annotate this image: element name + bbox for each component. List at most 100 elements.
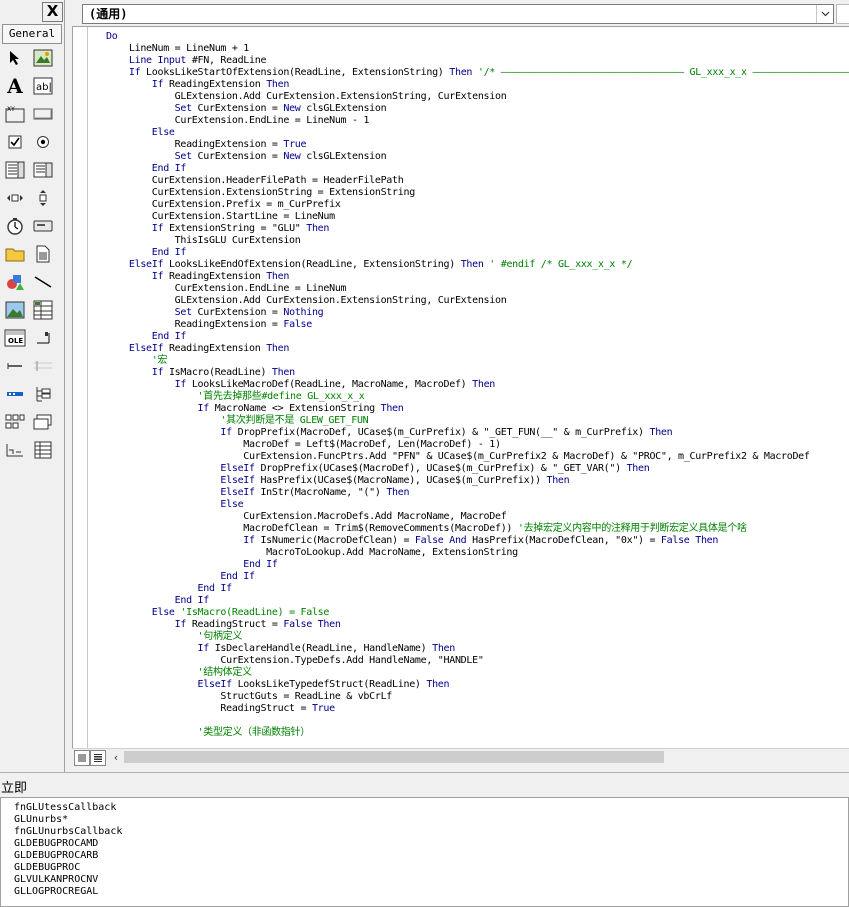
custom-control-3-icon[interactable] [32,355,54,377]
toolbox-close-button[interactable]: X [42,2,63,22]
code-text: MacroDefClean = Trim$(RemoveComments(Mac… [106,523,518,534]
immediate-output-line: GLDEBUGPROCAMD [14,838,99,849]
code-text: ReadingExtension = [106,139,284,150]
code-editor[interactable]: Do LineNum = LineNum + 1 Line Input #FN,… [72,26,849,750]
code-line: '类型定义（非函数指针） [106,727,849,739]
custom-control-7-icon[interactable] [4,439,26,461]
code-keyword: Then [426,679,450,690]
ole-icon[interactable]: OLE [4,327,26,349]
code-comment: '结构体定义 [106,667,253,678]
code-comment: '其次判断是不是 GLEW_GET_FUN [106,415,369,426]
immediate-output-line: fnGLUnurbsCallback [14,826,123,837]
custom-control-6-icon[interactable] [32,411,54,433]
code-line: ElseIf LooksLikeEndOfExtension(ReadLine,… [106,259,849,271]
code-line: Else [106,127,849,139]
image-icon[interactable] [4,299,26,321]
textbox-icon[interactable]: ab| [32,75,54,97]
vscrollbar-icon[interactable] [32,187,54,209]
custom-control-4-icon[interactable] [4,383,26,405]
custom-control-5-icon[interactable] [4,411,26,433]
treeview-icon[interactable] [32,383,54,405]
code-line: CurExtension.EndLine = LineNum - 1 [106,115,849,127]
code-keyword: ElseIf [106,487,255,498]
frame-icon[interactable]: XY [4,103,26,125]
svg-text:ab|: ab| [36,82,52,93]
code-keyword: End If [106,163,187,174]
timer-icon[interactable] [4,215,26,237]
code-line: End If [106,571,849,583]
code-line: Set CurExtension = New clsGLExtension [106,103,849,115]
code-line: StructGuts = ReadLine & vbCrLf [106,691,849,703]
code-keyword: ElseIf [106,259,164,270]
svg-text:OLE: OLE [8,337,23,345]
code-text: ReadingExtension [163,79,267,90]
listbox-icon[interactable] [32,159,54,181]
command-button-icon[interactable] [32,103,54,125]
code-keyword: Set [106,151,192,162]
pointer-icon[interactable] [4,47,26,69]
code-margin-indicator-bar [73,27,88,749]
procedure-combobox[interactable]: (通用) [82,4,834,24]
right-scroll-button[interactable] [836,4,849,24]
custom-control-1-icon[interactable] [32,327,54,349]
code-line: End If [106,559,849,571]
code-text: IsNumeric(MacroDefClean) = [254,535,415,546]
code-text: CurExtension = [191,151,284,162]
code-keyword: Then [626,463,650,474]
code-text: StructGuts = ReadLine & vbCrLf [106,691,393,702]
code-keyword: Then [386,487,410,498]
full-module-view-button[interactable] [90,750,106,766]
scroll-left-arrow-icon[interactable]: ‹ [108,750,124,765]
custom-control-2-icon[interactable] [4,355,26,377]
code-keyword: Then [266,79,290,90]
drive-listbox-icon[interactable] [32,215,54,237]
data-icon[interactable] [32,299,54,321]
immediate-output-line: GLLOGPROCREGAL [14,886,99,897]
code-keyword: If [106,535,255,546]
toolbox-panel: X General Aab| XY OLE [0,0,65,772]
code-text: CurExtension.HeaderFilePath = HeaderFile… [106,175,404,186]
code-text: clsGLExtension [300,103,387,114]
picture-icon[interactable] [32,47,54,69]
code-keyword: Then [460,259,484,270]
toolbox-tab-general[interactable]: General [2,24,62,44]
code-keyword: Then [266,271,290,282]
code-text: LooksLikeStartOfExtension(ReadLine, Exte… [140,67,450,78]
code-line: Else 'IsMacro(ReadLine) = False [106,607,849,619]
immediate-output-line: GLVULKANPROCNV [14,874,99,885]
chevron-down-icon[interactable] [816,5,833,23]
code-keyword: ElseIf [106,343,164,354]
code-line: CurExtension.EndLine = LineNum [106,283,849,295]
file-listbox-icon[interactable] [32,243,54,265]
immediate-output-line: GLUnurbs* [14,814,69,825]
immediate-window-editor[interactable]: fnGLUtessCallback GLUnurbs* fnGLUnurbsCall… [0,797,849,907]
code-keyword: ElseIf [106,679,233,690]
code-line: Else [106,499,849,511]
procedure-view-button[interactable] [74,750,90,766]
code-line: MacroDef = Left$(MacroDef, Len(MacroDef)… [106,439,849,451]
code-keyword: End If [106,571,255,582]
hscrollbar-icon[interactable] [4,187,26,209]
code-keyword: If [106,379,187,390]
code-text: CurExtension.FuncPtrs.Add "PFN" & UCase$… [106,451,810,462]
code-line: If LooksLikeStartOfExtension(ReadLine, E… [106,67,849,79]
code-keyword: If [106,643,210,654]
label-icon[interactable]: A [4,75,26,97]
code-line: If ReadingExtension Then [106,271,849,283]
code-line: CurExtension.HeaderFilePath = HeaderFile… [106,175,849,187]
code-keyword: False [283,319,312,330]
combobox-icon[interactable] [4,159,26,181]
option-button-icon[interactable] [32,131,54,153]
checkbox-icon[interactable] [4,131,26,153]
dir-listbox-icon[interactable] [4,243,26,265]
code-line: CurExtension.TypeDefs.Add HandleName, "H… [106,655,849,667]
immediate-output-line: GLDEBUGPROCARB [14,850,99,861]
code-keyword: Then [649,427,673,438]
horizontal-scroll-thumb[interactable] [124,751,664,763]
code-horizontal-scrollbar[interactable]: ‹ [72,748,849,766]
code-line: MacroDefClean = Trim$(RemoveComments(Mac… [106,523,849,535]
code-line: If DropPrefix(MacroDef, UCase$(m_CurPref… [106,427,849,439]
custom-control-8-icon[interactable] [32,439,54,461]
shape-icon[interactable] [4,271,26,293]
line-icon[interactable] [32,271,54,293]
